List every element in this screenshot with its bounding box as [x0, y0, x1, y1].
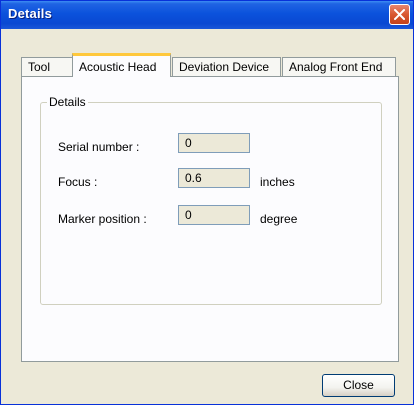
close-button[interactable]: Close — [322, 374, 395, 397]
window-close-button[interactable] — [389, 4, 410, 25]
tab-label: Tool — [28, 60, 51, 74]
details-groupbox: Details Serial number : 0 Focus : 0.6 in… — [40, 95, 382, 305]
serial-number-field[interactable]: 0 — [178, 133, 250, 153]
focus-label: Focus : — [58, 175, 98, 189]
marker-position-label: Marker position : — [58, 212, 147, 226]
focus-field[interactable]: 0.6 — [178, 168, 250, 188]
tab-acoustic-head[interactable]: Acoustic Head — [72, 53, 171, 77]
details-window: Details Tool Acoustic Head Deviation Dev… — [0, 0, 414, 405]
tab-label: Analog Front End — [289, 60, 383, 74]
focus-unit: inches — [260, 175, 295, 189]
tab-analog-front-end[interactable]: Analog Front End — [282, 57, 396, 77]
close-icon — [394, 9, 405, 20]
window-title: Details — [8, 6, 53, 21]
title-bar[interactable]: Details — [1, 1, 413, 29]
marker-position-field[interactable]: 0 — [178, 205, 250, 225]
tab-label: Acoustic Head — [79, 60, 157, 74]
tab-label: Deviation Device — [179, 60, 270, 74]
marker-position-unit: degree — [260, 212, 298, 226]
tab-tool[interactable]: Tool — [21, 57, 73, 77]
tab-deviation-device[interactable]: Deviation Device — [172, 57, 281, 77]
group-title: Details — [47, 95, 88, 109]
serial-number-label: Serial number : — [58, 140, 140, 154]
tab-panel: Details Serial number : 0 Focus : 0.6 in… — [21, 76, 399, 362]
